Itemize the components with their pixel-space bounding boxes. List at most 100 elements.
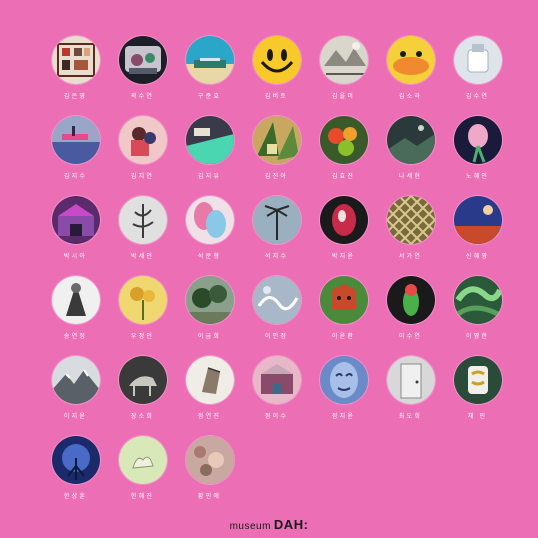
artist-grid: 김은영 곽수연 구준효 김버토 김을미 김소라 김수연 김지수 김지연 김지유 …	[42, 36, 504, 516]
artist-name: 장소희	[130, 413, 155, 420]
artist-item[interactable]: 서가연	[377, 196, 444, 276]
artwork-thumbnail[interactable]	[386, 276, 435, 324]
artist-item[interactable]: 김효진	[310, 116, 377, 196]
artwork-thumbnail[interactable]	[118, 116, 167, 164]
artist-name: 정이수	[264, 413, 289, 420]
artist-name: 박시아	[63, 253, 88, 260]
artist-name: 이수연	[398, 333, 423, 340]
artist-name: 최도희	[398, 413, 423, 420]
artwork-thumbnail[interactable]	[185, 36, 234, 84]
museum-logo: museum DAH:	[0, 514, 538, 533]
artwork-thumbnail[interactable]	[453, 356, 502, 404]
artwork-thumbnail[interactable]	[319, 356, 368, 404]
logo-prefix: museum	[229, 521, 271, 532]
artist-item[interactable]: 김을미	[310, 36, 377, 116]
artist-item[interactable]: 곽수연	[109, 36, 176, 116]
artist-item[interactable]: 장소희	[109, 356, 176, 436]
artist-name: 김진아	[264, 173, 289, 180]
artist-item[interactable]: 석문형	[176, 196, 243, 276]
artwork-thumbnail[interactable]	[252, 276, 301, 324]
artwork-thumbnail[interactable]	[453, 36, 502, 84]
artist-item[interactable]: 김수연	[444, 36, 511, 116]
artwork-thumbnail[interactable]	[51, 356, 100, 404]
artwork-thumbnail[interactable]	[185, 436, 234, 484]
artist-name: 이영한	[465, 333, 490, 340]
artist-item[interactable]: 김버토	[243, 36, 310, 116]
logo-mark: DAH:	[273, 517, 309, 532]
artist-name: 김은영	[63, 93, 88, 100]
artwork-thumbnail[interactable]	[51, 276, 100, 324]
artist-name: 곽수연	[130, 93, 155, 100]
artist-name: 이인정	[264, 333, 289, 340]
artwork-thumbnail[interactable]	[252, 116, 301, 164]
artist-item[interactable]: 이인정	[243, 276, 310, 356]
artist-item[interactable]: 이윤환	[310, 276, 377, 356]
artist-item[interactable]: 우정인	[109, 276, 176, 356]
artist-item[interactable]: 나세현	[377, 116, 444, 196]
artist-name: 서가연	[398, 253, 423, 260]
artist-item[interactable]: 한혜진	[109, 436, 176, 516]
artwork-thumbnail[interactable]	[453, 116, 502, 164]
artwork-thumbnail[interactable]	[51, 436, 100, 484]
artist-name: 신혜영	[465, 253, 490, 260]
artist-name: 구준효	[197, 93, 222, 100]
artist-item[interactable]: 정지윤	[310, 356, 377, 436]
artwork-thumbnail[interactable]	[386, 196, 435, 244]
artwork-thumbnail[interactable]	[51, 196, 100, 244]
artwork-thumbnail[interactable]	[386, 36, 435, 84]
artwork-thumbnail[interactable]	[118, 196, 167, 244]
artist-name: 나세현	[398, 173, 423, 180]
artwork-thumbnail[interactable]	[453, 276, 502, 324]
artist-item[interactable]: 박세인	[109, 196, 176, 276]
artist-item[interactable]: 김은영	[42, 36, 109, 116]
artist-item[interactable]: 한상훈	[42, 436, 109, 516]
artist-item[interactable]: 김지유	[176, 116, 243, 196]
artwork-thumbnail[interactable]	[252, 196, 301, 244]
artist-name: 한혜진	[130, 493, 155, 500]
artwork-thumbnail[interactable]	[453, 196, 502, 244]
artwork-thumbnail[interactable]	[319, 196, 368, 244]
artist-item[interactable]: 이영한	[444, 276, 511, 356]
artist-name: 송연정	[63, 333, 88, 340]
artwork-thumbnail[interactable]	[319, 116, 368, 164]
artist-item[interactable]: 김소라	[377, 36, 444, 116]
artist-item[interactable]: 이지윤	[42, 356, 109, 436]
artist-name: 우정인	[130, 333, 155, 340]
artwork-thumbnail[interactable]	[118, 356, 167, 404]
artist-item[interactable]: 최도희	[377, 356, 444, 436]
artwork-thumbnail[interactable]	[319, 36, 368, 84]
artwork-thumbnail[interactable]	[252, 356, 301, 404]
artist-item[interactable]: 송연정	[42, 276, 109, 356]
artwork-thumbnail[interactable]	[118, 436, 167, 484]
artwork-thumbnail[interactable]	[185, 116, 234, 164]
artist-item[interactable]: 김지연	[109, 116, 176, 196]
artwork-thumbnail[interactable]	[51, 116, 100, 164]
artwork-thumbnail[interactable]	[118, 36, 167, 84]
artist-name: 김버토	[264, 93, 289, 100]
artist-item[interactable]: 박지윤	[310, 196, 377, 276]
artwork-thumbnail[interactable]	[252, 36, 301, 84]
artwork-thumbnail[interactable]	[118, 276, 167, 324]
artwork-thumbnail[interactable]	[185, 276, 234, 324]
artist-item[interactable]: 정이수	[243, 356, 310, 436]
artist-item[interactable]: 구준효	[176, 36, 243, 116]
artist-item[interactable]: 이수연	[377, 276, 444, 356]
artwork-thumbnail[interactable]	[386, 356, 435, 404]
artwork-thumbnail[interactable]	[386, 116, 435, 164]
artist-item[interactable]: 신혜영	[444, 196, 511, 276]
artist-item[interactable]: 김진아	[243, 116, 310, 196]
artist-item[interactable]: 노혜인	[444, 116, 511, 196]
artist-item[interactable]: 석지수	[243, 196, 310, 276]
artwork-thumbnail[interactable]	[185, 196, 234, 244]
artist-item[interactable]: 채 인	[444, 356, 511, 436]
artist-item[interactable]: 이금희	[176, 276, 243, 356]
artist-name: 김지수	[63, 173, 88, 180]
artist-item[interactable]: 황민애	[176, 436, 243, 516]
artwork-thumbnail[interactable]	[185, 356, 234, 404]
artwork-thumbnail[interactable]	[319, 276, 368, 324]
artist-item[interactable]: 김지수	[42, 116, 109, 196]
artwork-thumbnail[interactable]	[51, 36, 100, 84]
artist-item[interactable]: 박시아	[42, 196, 109, 276]
artist-name: 김지연	[130, 173, 155, 180]
artist-item[interactable]: 정연진	[176, 356, 243, 436]
